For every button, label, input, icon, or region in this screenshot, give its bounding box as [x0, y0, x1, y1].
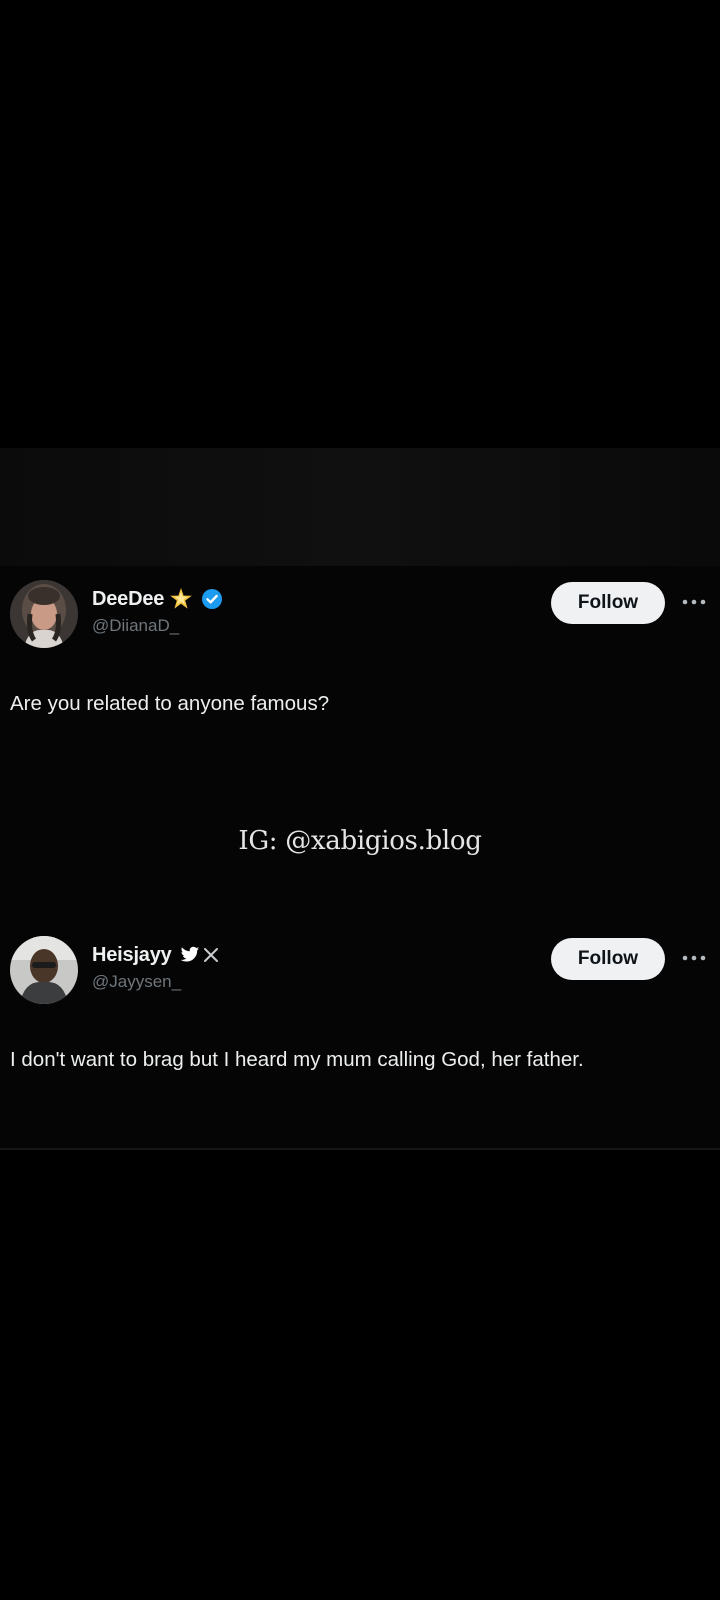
display-name[interactable]: DeeDee	[92, 588, 164, 611]
user-handle[interactable]: @Jayysen_	[92, 972, 181, 992]
display-name[interactable]: Heisjayy	[92, 944, 172, 967]
user-handle[interactable]: @DiianaD_	[92, 616, 179, 636]
post-text: Are you related to anyone famous?	[10, 692, 330, 715]
name-row: DeeDee	[92, 584, 223, 614]
avatar[interactable]	[10, 936, 78, 1004]
follow-button[interactable]: Follow	[551, 582, 665, 624]
x-logo-icon	[203, 947, 219, 963]
watermark-text: IG: @xabigios.blog	[238, 826, 482, 856]
bird-icon	[180, 946, 200, 964]
screenshot-header-area	[0, 448, 720, 566]
star-emoji-icon	[169, 587, 193, 611]
post-text: I don't want to brag but I heard my mum …	[10, 1048, 584, 1071]
avatar[interactable]	[10, 580, 78, 648]
more-options-icon[interactable]	[681, 948, 707, 968]
more-options-icon[interactable]	[681, 592, 707, 612]
name-row: Heisjayy	[92, 940, 219, 970]
verified-badge-icon	[201, 588, 223, 610]
follow-button[interactable]: Follow	[551, 938, 665, 980]
divider	[0, 1148, 720, 1150]
